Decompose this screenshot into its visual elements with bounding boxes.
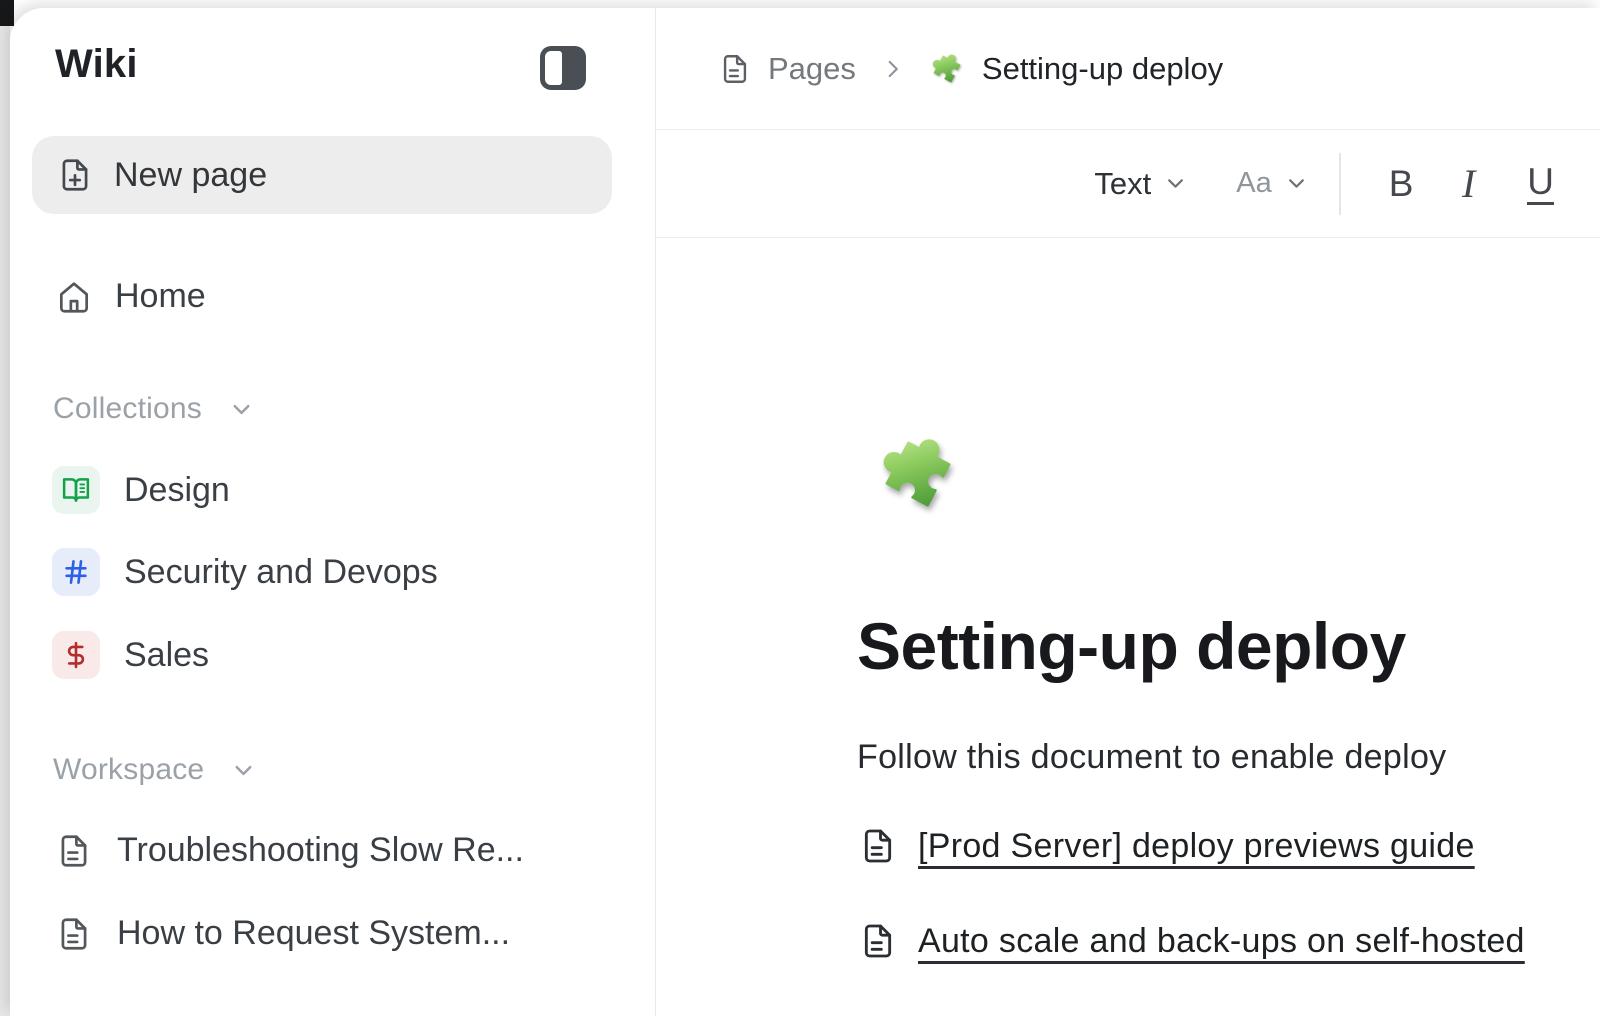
hash-icon [52, 548, 100, 596]
toolbar-divider [1339, 153, 1341, 215]
book-open-icon [52, 466, 100, 514]
chevron-down-icon [228, 396, 255, 423]
sidebar-section-workspace[interactable]: Workspace [53, 753, 257, 787]
breadcrumb-current: Setting-up deploy [982, 51, 1223, 87]
file-text-icon [718, 52, 752, 86]
sidebar-title: Wiki [55, 42, 138, 87]
dollar-icon [52, 631, 100, 679]
sidebar-item-label: Home [115, 277, 206, 316]
breadcrumb-parent[interactable]: Pages [768, 51, 856, 87]
breadcrumb: Pages Setting-up deploy [656, 8, 1600, 130]
section-label: Workspace [53, 753, 204, 787]
file-text-icon [55, 915, 93, 953]
chevron-right-icon [880, 56, 906, 82]
puzzle-piece-icon[interactable] [872, 428, 964, 520]
italic-button[interactable]: I [1462, 164, 1479, 204]
sidebar-item-label: Sales [124, 636, 209, 675]
page-link-auto-scale[interactable]: Auto scale and back-ups on self-hosted [858, 921, 1525, 961]
main-panel: Pages Setting-up deploy Text [656, 8, 1600, 1016]
page-link-prod-server[interactable]: [Prod Server] deploy previews guide [858, 826, 1475, 866]
sidebar-item-how-to-request[interactable]: How to Request System... [55, 914, 510, 953]
editor-toolbar: Text Aa B I U [656, 130, 1600, 238]
sidebar-item-label: Security and Devops [124, 553, 438, 592]
sidebar-item-security-and-devops[interactable]: Security and Devops [52, 548, 438, 596]
block-type-dropdown[interactable]: Text [1094, 166, 1188, 202]
page-link-label: Auto scale and back-ups on self-hosted [918, 922, 1525, 961]
sidebar-item-troubleshooting[interactable]: Troubleshooting Slow Re... [55, 831, 524, 870]
typography-dropdown[interactable]: Aa [1236, 167, 1308, 200]
sidebar-item-label: Design [124, 471, 230, 510]
sidebar-toggle-pane [545, 51, 562, 85]
sidebar-item-sales[interactable]: Sales [52, 631, 209, 679]
sidebar-toggle-icon[interactable] [540, 46, 586, 90]
page-intro-text[interactable]: Follow this document to enable deploy [857, 738, 1446, 777]
new-page-label: New page [114, 156, 267, 195]
chevron-down-icon [1284, 171, 1309, 196]
file-text-icon [858, 921, 898, 961]
desktop-edge [0, 0, 10, 1016]
file-text-icon [55, 832, 93, 870]
section-label: Collections [53, 392, 202, 426]
block-type-label: Text [1094, 166, 1151, 202]
typography-label: Aa [1236, 167, 1271, 200]
sidebar-section-collections[interactable]: Collections [53, 392, 255, 426]
sidebar-item-label: How to Request System... [117, 914, 510, 953]
page-link-label: [Prod Server] deploy previews guide [918, 827, 1475, 866]
chevron-down-icon [1163, 171, 1188, 196]
new-page-button[interactable]: New page [32, 136, 612, 214]
sidebar-item-label: Troubleshooting Slow Re... [117, 831, 524, 870]
app-window: Wiki New page Home Collections [10, 8, 1600, 1016]
sidebar: Wiki New page Home Collections [10, 8, 656, 1016]
page-title[interactable]: Setting-up deploy [857, 608, 1406, 684]
chevron-down-icon [230, 757, 257, 784]
home-icon [55, 278, 93, 316]
bold-button[interactable]: B [1389, 165, 1414, 202]
sidebar-item-design[interactable]: Design [52, 466, 230, 514]
sidebar-item-home[interactable]: Home [55, 277, 206, 316]
underline-button[interactable]: U [1527, 163, 1554, 205]
file-text-icon [858, 826, 898, 866]
puzzle-piece-icon [928, 50, 966, 88]
file-plus-icon [56, 156, 94, 194]
